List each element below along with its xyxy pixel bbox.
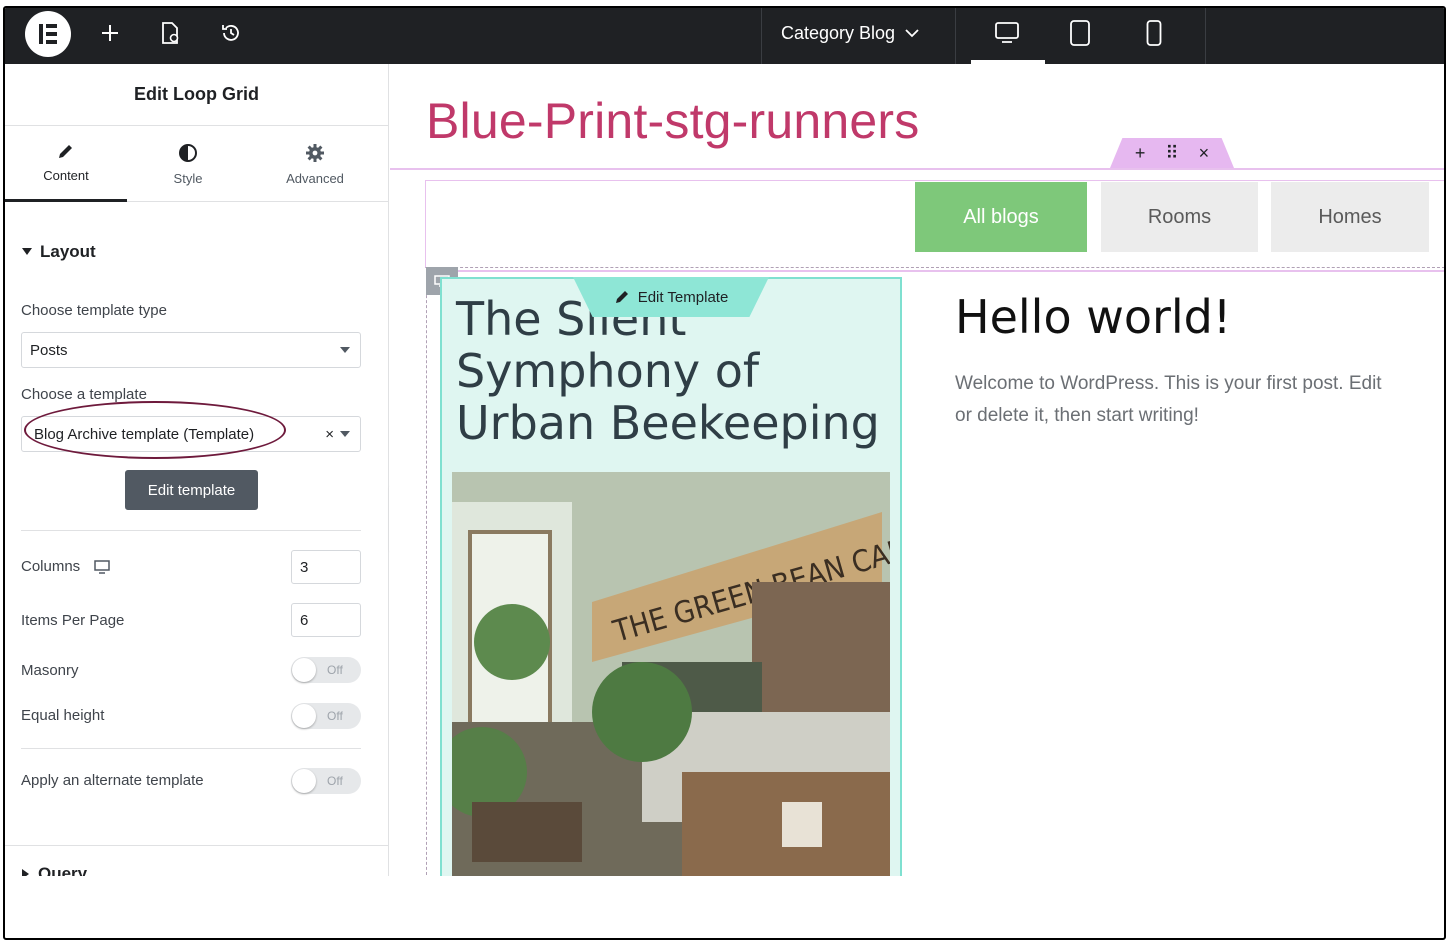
- edit-template-handle[interactable]: Edit Template: [573, 277, 769, 317]
- filter-all-blogs[interactable]: All blogs: [915, 182, 1087, 252]
- columns-label: Columns: [21, 558, 110, 575]
- history-icon[interactable]: [218, 20, 244, 46]
- alternate-template-toggle[interactable]: Off: [291, 768, 361, 794]
- add-element-icon[interactable]: [97, 20, 123, 46]
- preview-canvas: Blue-Print-stg-runners + ⠿ × All blogs R…: [390, 64, 1444, 876]
- template-type-label: Choose template type: [21, 302, 167, 319]
- filter-rooms[interactable]: Rooms: [1101, 182, 1258, 252]
- filter-homes[interactable]: Homes: [1271, 182, 1429, 252]
- section-handle[interactable]: + ⠿ ×: [1110, 138, 1234, 168]
- pencil-icon: [615, 291, 628, 303]
- caret-down-icon: [340, 347, 350, 353]
- tab-style[interactable]: Style: [127, 126, 249, 202]
- columns-input[interactable]: 3: [291, 550, 361, 584]
- elementor-logo-icon[interactable]: [25, 11, 71, 57]
- gear-icon: [306, 143, 324, 162]
- items-per-page-input[interactable]: 6: [291, 603, 361, 637]
- document-title-dropdown[interactable]: Category Blog: [781, 20, 919, 46]
- alternate-template-label: Apply an alternate template: [21, 772, 204, 789]
- caret-down-icon: [340, 431, 350, 437]
- desktop-device-icon[interactable]: [994, 20, 1020, 46]
- desktop-icon[interactable]: [94, 559, 110, 574]
- page-settings-icon[interactable]: [157, 20, 183, 46]
- tablet-device-icon[interactable]: [1067, 20, 1093, 46]
- masonry-toggle[interactable]: Off: [291, 657, 361, 683]
- caret-right-icon: [22, 869, 29, 876]
- equal-height-toggle[interactable]: Off: [291, 703, 361, 729]
- post-title[interactable]: Hello world!: [955, 290, 1231, 344]
- tab-advanced[interactable]: Advanced: [253, 126, 377, 202]
- document-title: Category Blog: [781, 22, 896, 43]
- site-title[interactable]: Blue-Print-stg-runners: [426, 92, 919, 150]
- panel-tabs: Content Style Advanced: [5, 126, 388, 202]
- chevron-down-icon: [905, 29, 919, 38]
- add-section-icon[interactable]: +: [1135, 143, 1146, 164]
- close-icon[interactable]: ×: [1199, 143, 1210, 164]
- top-bar: Category Blog: [5, 8, 1444, 64]
- query-section-toggle[interactable]: Query: [22, 864, 87, 876]
- tab-content[interactable]: Content: [5, 126, 127, 202]
- clear-icon[interactable]: ×: [325, 426, 334, 443]
- items-per-page-label: Items Per Page: [21, 612, 125, 629]
- template-label: Choose a template: [21, 386, 147, 403]
- equal-height-label: Equal height: [21, 707, 105, 724]
- mobile-device-icon[interactable]: [1141, 20, 1167, 46]
- post-excerpt: Welcome to WordPress. This is your first…: [955, 373, 1382, 426]
- edit-template-button[interactable]: Edit template: [125, 470, 258, 510]
- masonry-label: Masonry: [21, 662, 79, 679]
- drag-handle-icon[interactable]: ⠿: [1165, 143, 1178, 164]
- editor-panel: Edit Loop Grid Content Style Advanced La…: [5, 64, 389, 876]
- layout-section-toggle[interactable]: Layout: [22, 242, 96, 262]
- caret-down-icon: [22, 248, 32, 255]
- panel-title: Edit Loop Grid: [5, 64, 388, 126]
- half-circle-icon: [179, 143, 197, 162]
- pencil-icon: [59, 145, 72, 158]
- template-type-select[interactable]: Posts: [21, 332, 361, 368]
- featured-image[interactable]: THE GREEN BEAN CAFÉ: [452, 472, 890, 876]
- app-window: Category Blog Edit Loop Grid Content Sty…: [3, 6, 1446, 940]
- highlight-oval: [24, 401, 286, 459]
